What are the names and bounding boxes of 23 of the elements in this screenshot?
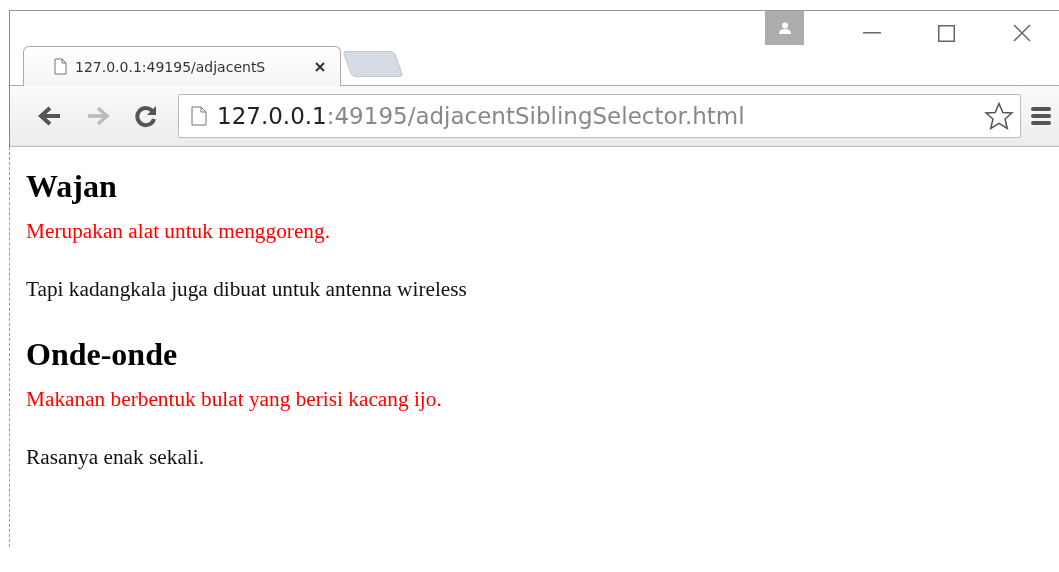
close-icon bbox=[1012, 24, 1031, 42]
url-text: 127.0.0.1:49195/adjacentSiblingSelector.html bbox=[217, 103, 746, 129]
heading: Wajan bbox=[26, 168, 118, 205]
profile-button[interactable] bbox=[765, 11, 804, 45]
browser-tab[interactable]: 127.0.0.1:49195/adjacentS bbox=[23, 46, 341, 86]
address-bar[interactable]: 127.0.0.1:49195/adjacentSiblingSelector.html bbox=[178, 94, 1021, 138]
paragraph: Rasanya enak sekali. bbox=[26, 445, 205, 471]
reload-icon bbox=[134, 104, 158, 128]
star-icon[interactable] bbox=[984, 102, 1014, 130]
close-tab-icon[interactable] bbox=[314, 60, 328, 73]
paragraph: Merupakan alat untuk menggoreng. bbox=[26, 218, 331, 245]
paragraph: Makanan berbentuk bulat yang berisi kacang ijo. bbox=[26, 386, 443, 413]
forward-arrow-icon bbox=[86, 106, 110, 126]
menu-icon[interactable] bbox=[1031, 105, 1051, 127]
new-tab-button[interactable] bbox=[342, 51, 404, 77]
heading: Onde-onde bbox=[26, 335, 179, 373]
minimize-icon bbox=[862, 32, 881, 34]
person-icon bbox=[777, 22, 792, 34]
paragraph: Tapi kadangkala juga dibuat untuk antenna wireless bbox=[26, 277, 468, 303]
page-icon bbox=[54, 58, 67, 75]
page-icon bbox=[191, 106, 207, 126]
maximize-icon bbox=[938, 24, 955, 42]
back-arrow-icon bbox=[38, 106, 62, 126]
